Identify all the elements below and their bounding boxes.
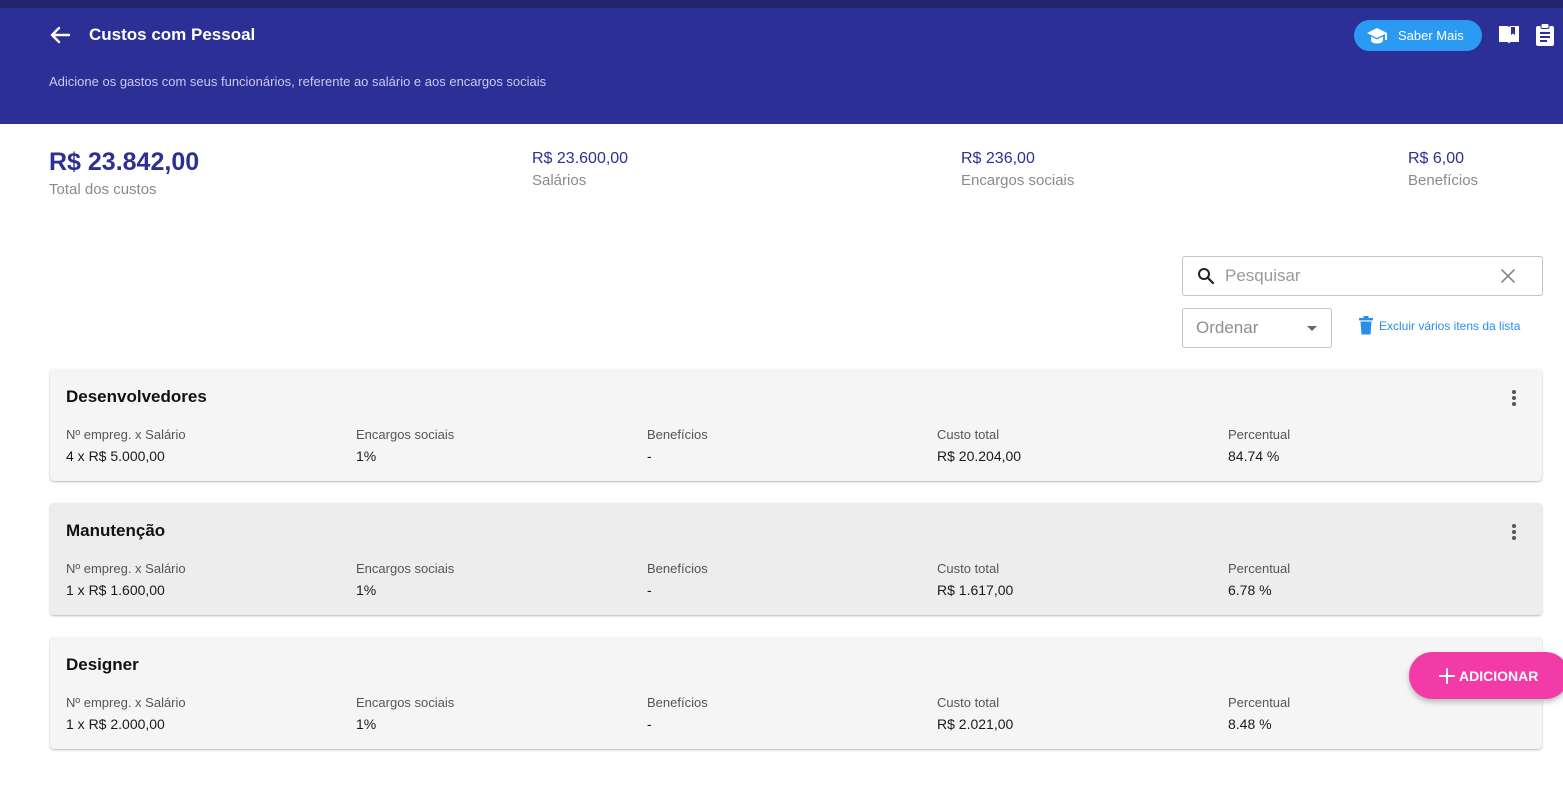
more-vert-icon[interactable] [1504,521,1524,543]
col-encargos-value: 1% [356,582,377,598]
summary-beneficios: R$ 6,00 Benefícios [1408,150,1478,189]
bulk-delete-button[interactable]: Excluir vários itens da lista [1358,316,1520,335]
col-beneficios-value: - [647,716,652,732]
col-custo-total: Custo total R$ 1.617,00 [937,561,1013,598]
page-subtitle: Adicione os gastos com seus funcionários… [49,74,547,89]
book-open-icon[interactable] [1496,22,1522,48]
col-percentual: Percentual 6.78 % [1228,561,1290,598]
col-emp-salario-value: 1 x R$ 1.600,00 [66,582,165,598]
arrow-left-icon [50,26,70,44]
col-custo-total-label: Custo total [937,561,1000,576]
saber-mais-button[interactable]: Saber Mais [1354,20,1482,51]
col-emp-salario-label: Nº empreg. x Salário [66,695,186,710]
col-beneficios-value: - [647,448,652,464]
page-header: Custos com Pessoal Adicione os gastos co… [0,8,1563,124]
col-percentual-label: Percentual [1228,427,1291,442]
summary-salarios: R$ 23.600,00 Salários [532,150,628,189]
order-select-label: Ordenar [1196,318,1259,337]
summary-total-value: R$ 23.842,00 [49,148,200,176]
page-title: Custos com Pessoal [89,25,256,44]
col-custo-total-value: R$ 1.617,00 [937,582,1014,598]
search-input[interactable] [1225,266,1485,286]
col-encargos-label: Encargos sociais [356,561,455,576]
col-custo-total: Custo total R$ 20.204,00 [937,427,1021,464]
col-encargos: Encargos sociais 1% [356,427,454,464]
col-beneficios: Benefícios - [647,427,708,464]
col-beneficios-value: - [647,582,652,598]
summary-encargos-value: R$ 236,00 [961,150,1035,167]
col-beneficios-label: Benefícios [647,427,708,442]
col-beneficios-label: Benefícios [647,695,708,710]
col-emp-salario: Nº empreg. x Salário 1 x R$ 2.000,00 [66,695,186,732]
col-beneficios: Benefícios - [647,561,708,598]
col-custo-total-value: R$ 20.204,00 [937,448,1022,464]
back-button[interactable] [46,22,74,48]
graduation-cap-icon [1366,27,1388,45]
top-accent-line [0,0,1563,8]
search-icon [1197,267,1215,285]
cost-group-card[interactable]: Desenvolvedores Nº empreg. x Salário 4 x… [50,369,1542,481]
summary-beneficios-label: Benefícios [1408,172,1479,189]
col-percentual-label: Percentual [1228,561,1291,576]
summary-encargos-label: Encargos sociais [961,172,1075,189]
group-name: Desenvolvedores [66,387,207,406]
caret-down-icon [1307,326,1317,331]
trash-icon [1358,316,1374,335]
add-button[interactable]: ADICIONAR [1409,652,1563,699]
saber-mais-label: Saber Mais [1398,28,1464,43]
col-percentual-value: 6.78 % [1228,582,1272,598]
summary-encargos: R$ 236,00 Encargos sociais [961,150,1074,189]
col-beneficios: Benefícios - [647,695,708,732]
col-encargos-value: 1% [356,448,377,464]
order-select[interactable]: Ordenar [1182,308,1332,348]
col-custo-total-label: Custo total [937,695,1000,710]
col-percentual: Percentual 8.48 % [1228,695,1290,732]
col-emp-salario-label: Nº empreg. x Salário [66,427,186,442]
col-emp-salario: Nº empreg. x Salário 4 x R$ 5.000,00 [66,427,186,464]
col-emp-salario: Nº empreg. x Salário 1 x R$ 1.600,00 [66,561,186,598]
col-encargos: Encargos sociais 1% [356,561,454,598]
col-beneficios-label: Benefícios [647,561,708,576]
col-custo-total: Custo total R$ 2.021,00 [937,695,1013,732]
col-encargos: Encargos sociais 1% [356,695,454,732]
close-icon[interactable] [1500,268,1516,284]
col-custo-total-value: R$ 2.021,00 [937,716,1014,732]
col-custo-total-label: Custo total [937,427,1000,442]
summary-beneficios-value: R$ 6,00 [1408,150,1465,167]
plus-icon [1439,667,1455,684]
col-encargos-value: 1% [356,716,377,732]
summary-total-label: Total dos custos [49,181,157,198]
col-emp-salario-value: 4 x R$ 5.000,00 [66,448,165,464]
cost-group-card[interactable]: Designer Nº empreg. x Salário 1 x R$ 2.0… [50,637,1542,749]
add-button-label: ADICIONAR [1459,667,1539,684]
col-percentual: Percentual 84.74 % [1228,427,1290,464]
clipboard-icon[interactable] [1532,22,1558,48]
col-encargos-label: Encargos sociais [356,427,455,442]
summary-total: R$ 23.842,00 Total dos custos [49,148,199,198]
col-percentual-value: 84.74 % [1228,448,1280,464]
col-encargos-label: Encargos sociais [356,695,455,710]
bulk-delete-label: Excluir vários itens da lista [1379,318,1521,333]
summary-salarios-value: R$ 23.600,00 [532,150,629,167]
group-name: Designer [66,655,139,674]
col-emp-salario-value: 1 x R$ 2.000,00 [66,716,165,732]
group-name: Manutenção [66,521,166,540]
col-emp-salario-label: Nº empreg. x Salário [66,561,186,576]
col-percentual-label: Percentual [1228,695,1291,710]
search-field[interactable] [1182,256,1543,296]
col-percentual-value: 8.48 % [1228,716,1272,732]
summary-salarios-label: Salários [532,172,587,189]
cost-group-card[interactable]: Manutenção Nº empreg. x Salário 1 x R$ 1… [50,503,1542,615]
more-vert-icon[interactable] [1504,387,1524,409]
